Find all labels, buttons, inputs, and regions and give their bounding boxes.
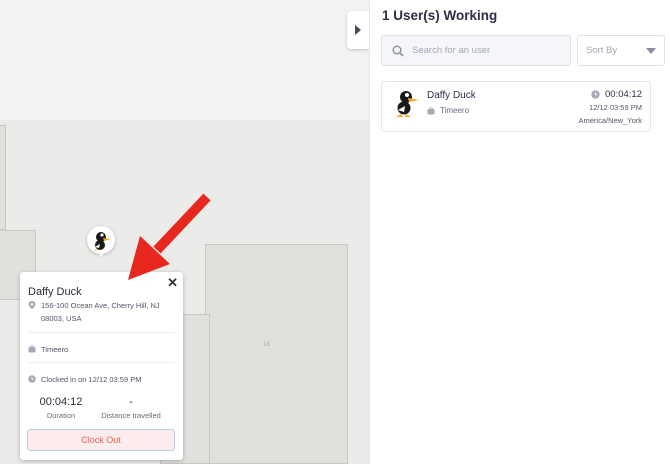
- user-organization-row: Timeero: [427, 106, 469, 115]
- briefcase-icon: [427, 106, 435, 114]
- panel-title: 1 User(s) Working: [382, 8, 498, 23]
- search-input[interactable]: [410, 44, 564, 57]
- user-clock-in-time: 12/12 03:59 PM: [589, 103, 642, 112]
- duck-avatar-icon: [396, 91, 419, 117]
- search-icon: [392, 45, 404, 57]
- user-timezone: America/New_York: [578, 116, 643, 125]
- user-duration: 00:04:12: [605, 89, 642, 100]
- user-duration-row: 00:04:12: [591, 89, 642, 100]
- working-users-panel: 1 User(s) Working Sort By Daffy Duck: [369, 0, 670, 464]
- search-box[interactable]: [381, 35, 571, 66]
- map-view[interactable]: 18 ✕ Daffy Duck 156-100 Ocean Ave, Cherr…: [0, 0, 369, 464]
- user-organization: Timeero: [440, 106, 470, 115]
- user-card[interactable]: Daffy Duck Timeero 00:04:12 12/12 03:59 …: [381, 81, 651, 132]
- sort-label: Sort By: [586, 45, 618, 56]
- clock-icon: [591, 90, 600, 99]
- annotation-arrow: [128, 193, 211, 280]
- user-name: Daffy Duck: [427, 90, 476, 101]
- caret-down-icon: [646, 47, 656, 54]
- sort-dropdown[interactable]: Sort By: [577, 35, 665, 66]
